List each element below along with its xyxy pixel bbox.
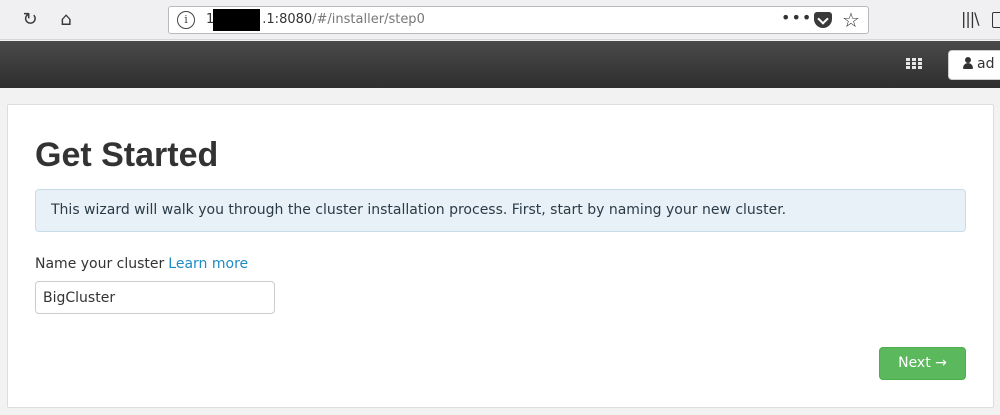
- sidebar-icon[interactable]: [992, 12, 1000, 28]
- home-icon[interactable]: ⌂: [54, 8, 78, 32]
- apps-grid-icon[interactable]: [906, 58, 922, 70]
- bookmark-star-icon[interactable]: ☆: [842, 8, 860, 32]
- library-icon[interactable]: |||\: [961, 9, 980, 28]
- info-icon[interactable]: i: [177, 11, 195, 29]
- page-title: Get Started: [35, 136, 219, 174]
- cluster-name-label: Name your cluster Learn more: [35, 256, 248, 272]
- next-button[interactable]: Next →: [879, 347, 966, 380]
- browser-toolbar: ↻ ⌂ i 1.1:8080/#/installer/step0 ••• ☆ |…: [0, 0, 1000, 40]
- info-alert: This wizard will walk you through the cl…: [35, 189, 966, 232]
- cluster-name-label-text: Name your cluster: [35, 256, 165, 272]
- user-menu-button[interactable]: ad: [948, 50, 1000, 80]
- url-path: /#/installer/step0: [312, 12, 425, 27]
- address-bar[interactable]: i 1.1:8080/#/installer/step0 ••• ☆: [168, 6, 869, 34]
- redaction-box: [213, 9, 260, 31]
- cluster-name-input[interactable]: [35, 281, 275, 314]
- page-actions-icon[interactable]: •••: [781, 8, 812, 27]
- pocket-icon[interactable]: [814, 12, 832, 28]
- app-header: ad: [0, 41, 1000, 88]
- url-host-suffix: .1:8080: [262, 12, 313, 27]
- reload-icon[interactable]: ↻: [18, 8, 42, 32]
- user-icon: [963, 57, 973, 69]
- wizard-panel: Get Started This wizard will walk you th…: [7, 104, 994, 408]
- learn-more-link[interactable]: Learn more: [168, 256, 248, 272]
- user-label: ad: [977, 56, 995, 72]
